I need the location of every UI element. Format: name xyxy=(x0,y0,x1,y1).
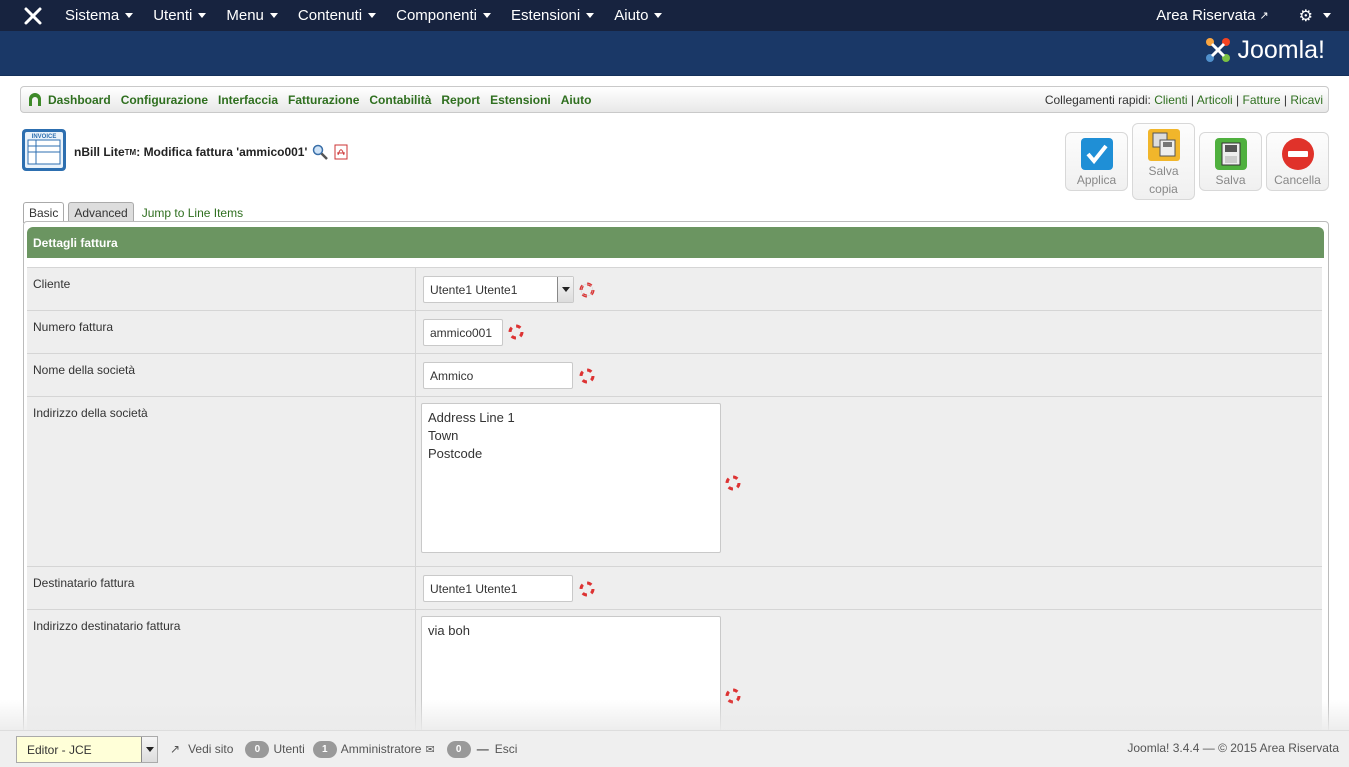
cancel-icon xyxy=(1281,138,1314,170)
section-header: Dettagli fattura xyxy=(27,227,1324,258)
save-copy-button[interactable]: Salva copia xyxy=(1132,123,1195,200)
main-menu: Sistema Utenti Menu Contenuti Componenti… xyxy=(65,7,682,24)
help-lifebuoy-icon[interactable] xyxy=(725,475,741,491)
menu-contenuti[interactable]: Contenuti xyxy=(298,7,377,24)
topnav-right: Area Riservata ↗ ⚙ xyxy=(1156,0,1331,31)
gear-icon: ⚙ xyxy=(1298,7,1313,25)
scroll-fade xyxy=(0,700,1349,730)
users-count-badge: 0 xyxy=(245,740,270,758)
caret-down-icon xyxy=(654,13,663,18)
save-button[interactable]: Salva xyxy=(1199,132,1262,191)
messages-count-badge: 0 xyxy=(446,740,471,758)
help-lifebuoy-icon[interactable] xyxy=(579,581,595,597)
nbill-menu-configurazione[interactable]: Configurazione xyxy=(121,93,208,107)
destinatario-input[interactable]: Utente1 Utente1 xyxy=(423,575,573,602)
checkmark-icon xyxy=(1080,138,1113,170)
invoice-details-panel: Dettagli fattura Cliente Utente1 Utente1… xyxy=(23,221,1329,741)
caret-down-icon xyxy=(1323,13,1331,18)
top-navbar: Sistema Utenti Menu Contenuti Componenti… xyxy=(0,0,1349,31)
help-lifebuoy-icon[interactable] xyxy=(508,324,524,340)
field-label: Nome della società xyxy=(33,363,136,377)
cancel-button[interactable]: Cancella xyxy=(1266,132,1329,191)
menu-aiuto[interactable]: Aiuto xyxy=(614,7,663,24)
caret-down-icon xyxy=(269,13,278,18)
invoice-icon: INVOICE xyxy=(22,129,66,171)
joomla-logo-icon[interactable] xyxy=(21,4,45,28)
menu-sistema[interactable]: Sistema xyxy=(65,7,134,24)
admin-count-badge: 1 xyxy=(312,740,337,758)
external-link-icon: ↗ xyxy=(170,742,181,756)
header-band: Joomla! xyxy=(0,31,1349,76)
search-icon[interactable] xyxy=(312,144,329,160)
view-site-link[interactable]: ↗ Vedi sito xyxy=(170,742,233,756)
messages-status[interactable]: 0 — xyxy=(446,740,495,758)
nbill-menu-bar: Dashboard Configurazione Interfaccia Fat… xyxy=(20,86,1329,113)
menu-utenti[interactable]: Utenti xyxy=(153,7,207,24)
joomla-brand-icon xyxy=(1206,38,1231,62)
menu-menu[interactable]: Menu xyxy=(226,7,278,24)
form-row-destinatario: Destinatario fattura Utente1 Utente1 xyxy=(27,566,1322,609)
help-lifebuoy-icon[interactable] xyxy=(579,368,595,384)
quick-links: Collegamenti rapidi: Clienti | Articoli … xyxy=(1044,93,1323,107)
field-label: Cliente xyxy=(33,277,71,291)
caret-down-icon xyxy=(368,13,377,18)
caret-down-icon xyxy=(586,13,595,18)
quick-link-clienti[interactable]: Clienti xyxy=(1154,93,1187,107)
form-row-nome-societa: Nome della società Ammico xyxy=(27,353,1322,396)
svg-text:INVOICE: INVOICE xyxy=(32,134,57,140)
pdf-icon[interactable] xyxy=(333,144,349,160)
quick-link-ricavi[interactable]: Ricavi xyxy=(1290,93,1323,107)
help-lifebuoy-icon[interactable] xyxy=(579,282,595,298)
save-copy-icon xyxy=(1147,129,1180,161)
field-label: Numero fattura xyxy=(33,320,114,334)
tab-advanced[interactable]: Advanced xyxy=(68,202,134,223)
nbill-menu-aiuto[interactable]: Aiuto xyxy=(561,93,592,107)
tab-basic[interactable]: Basic xyxy=(23,202,65,223)
logout-link[interactable]: Esci xyxy=(495,742,518,756)
nbill-home-icon[interactable] xyxy=(28,92,42,107)
area-riservata-link[interactable]: Area Riservata ↗ xyxy=(1156,7,1268,24)
copyright-text: Joomla! 3.4.4 — © 2015 Area Riservata xyxy=(1127,741,1339,755)
form-tabs: Basic Advanced Jump to Line Items xyxy=(23,202,247,223)
nbill-menu-dashboard[interactable]: Dashboard xyxy=(48,93,111,107)
caret-down-icon xyxy=(483,13,492,18)
quick-link-articoli[interactable]: Articoli xyxy=(1197,93,1233,107)
nbill-menu-contabilita[interactable]: Contabilità xyxy=(369,93,431,107)
menu-componenti[interactable]: Componenti xyxy=(396,7,492,24)
page-title: nBill Lite TM: Modifica fattura 'ammico00… xyxy=(74,144,349,160)
quick-link-fatture[interactable]: Fatture xyxy=(1243,93,1281,107)
nbill-menu-estensioni[interactable]: Estensioni xyxy=(490,93,551,107)
editor-select[interactable]: Editor - JCE xyxy=(16,735,158,763)
jump-to-line-items-link[interactable]: Jump to Line Items xyxy=(138,203,247,223)
settings-dropdown[interactable]: ⚙ xyxy=(1299,6,1331,26)
field-label: Indirizzo della società xyxy=(33,406,148,420)
field-label: Indirizzo destinatario fattura xyxy=(33,619,181,633)
action-toolbar: Applica Salva copia Salva Cancella xyxy=(1061,123,1329,200)
dropdown-arrow-icon xyxy=(141,736,157,762)
form-row-indirizzo-societa: Indirizzo della società Address Line 1 T… xyxy=(27,396,1322,566)
nbill-menu-fatturazione[interactable]: Fatturazione xyxy=(288,93,359,107)
form-row-numero-fattura: Numero fattura ammico001 xyxy=(27,310,1322,353)
field-label: Destinatario fattura xyxy=(33,576,135,590)
users-status[interactable]: 0 Utenti xyxy=(245,740,305,758)
nbill-menu-report[interactable]: Report xyxy=(441,93,480,107)
joomla-brand: Joomla! xyxy=(1203,35,1325,65)
menu-estensioni[interactable]: Estensioni xyxy=(511,7,595,24)
status-bar: Editor - JCE ↗ Vedi sito 0 Utenti 1 Ammi… xyxy=(0,730,1349,767)
nome-societa-input[interactable]: Ammico xyxy=(423,362,573,389)
caret-down-icon xyxy=(125,13,134,18)
floppy-disk-icon xyxy=(1214,138,1247,170)
dropdown-arrow-icon xyxy=(557,277,573,302)
indirizzo-societa-textarea[interactable]: Address Line 1 Town Postcode xyxy=(421,403,721,553)
form-row-cliente: Cliente Utente1 Utente1 xyxy=(27,267,1322,310)
external-link-icon: ↗ xyxy=(1259,10,1269,22)
numero-fattura-input[interactable]: ammico001 xyxy=(423,319,503,346)
minus-icon: — xyxy=(476,742,489,756)
envelope-icon: ✉ xyxy=(425,743,435,756)
caret-down-icon xyxy=(198,13,207,18)
cliente-select[interactable]: Utente1 Utente1 xyxy=(423,276,574,303)
nbill-menu-interfaccia[interactable]: Interfaccia xyxy=(218,93,278,107)
admin-status[interactable]: 1 Amministratore ✉ xyxy=(312,740,435,758)
apply-button[interactable]: Applica xyxy=(1065,132,1128,191)
